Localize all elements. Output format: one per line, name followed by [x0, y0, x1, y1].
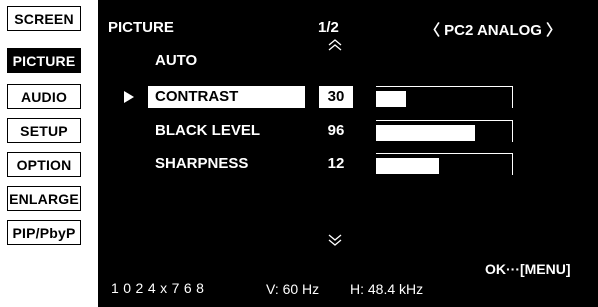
contrast-slider-fill — [376, 91, 406, 107]
vertical-frequency-readout: V: 60 Hz — [266, 281, 320, 297]
tab-enlarge-label: ENLARGE — [9, 190, 79, 207]
page-title: PICTURE — [108, 19, 174, 36]
contrast-slider[interactable] — [376, 86, 513, 108]
sharpness-slider[interactable] — [376, 153, 513, 175]
input-source-label: 〈 PC2 ANALOG 〉 — [425, 22, 562, 39]
menu-item-auto[interactable]: AUTO — [155, 50, 197, 72]
horizontal-frequency-readout: H: 48.4 kHz — [350, 281, 424, 297]
triangle-right-icon — [123, 90, 135, 107]
tab-audio-label: AUDIO — [20, 88, 68, 105]
tab-setup[interactable]: SETUP — [7, 118, 81, 143]
tab-screen[interactable]: SCREEN — [7, 6, 81, 31]
tab-option-label: OPTION — [16, 156, 72, 173]
menu-item-black-level[interactable]: BLACK LEVEL — [155, 120, 260, 142]
tab-option[interactable]: OPTION — [7, 152, 81, 177]
tab-setup-label: SETUP — [20, 122, 68, 139]
tab-screen-label: SCREEN — [14, 10, 74, 27]
black-level-value: 96 — [327, 122, 345, 139]
sharpness-slider-fill — [376, 158, 439, 174]
tab-picture[interactable]: PICTURE — [7, 48, 81, 73]
black-level-slider-fill — [376, 125, 476, 141]
tab-audio[interactable]: AUDIO — [7, 84, 81, 109]
menu-item-contrast[interactable]: CONTRAST — [148, 86, 305, 108]
menu-item-sharpness[interactable]: SHARPNESS — [155, 153, 248, 175]
tab-enlarge[interactable]: ENLARGE — [7, 186, 81, 211]
ok-menu-hint: OK···[MENU] — [485, 261, 571, 277]
tab-pip-pbyp[interactable]: PIP/PbyP — [7, 220, 81, 245]
page-indicator: 1/2 — [318, 19, 339, 36]
double-chevron-down-icon[interactable] — [327, 233, 343, 252]
double-chevron-up-icon[interactable] — [327, 38, 343, 57]
picture-settings-panel: PICTURE 1/2 〈 PC2 ANALOG 〉 AUTO CONTRAST… — [98, 0, 598, 307]
resolution-readout: 1 0 2 4 x 7 6 8 — [111, 280, 205, 296]
tab-picture-label: PICTURE — [12, 52, 76, 69]
contrast-value: 30 — [319, 86, 353, 108]
tab-pip-pbyp-label: PIP/PbyP — [12, 224, 76, 241]
sharpness-value: 12 — [327, 155, 345, 172]
black-level-slider[interactable] — [376, 120, 513, 142]
